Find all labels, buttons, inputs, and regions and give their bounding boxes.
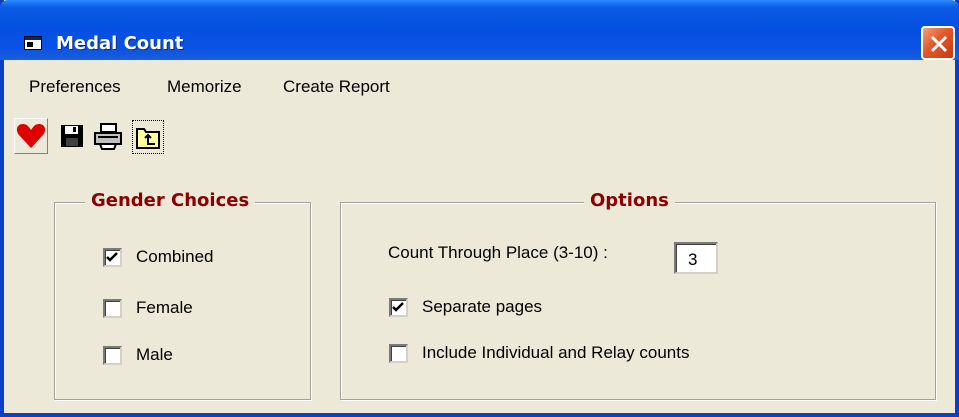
combined-checkbox-row[interactable]: Combined: [103, 247, 214, 267]
menu-preferences[interactable]: Preferences: [29, 77, 121, 97]
count-through-input[interactable]: 3: [674, 242, 718, 274]
combined-checkbox[interactable]: [103, 247, 122, 267]
female-checkbox[interactable]: [103, 298, 122, 318]
male-label: Male: [136, 345, 173, 364]
combined-label: Combined: [136, 247, 214, 266]
gender-choices-legend: Gender Choices: [85, 190, 256, 211]
toolbar: [4, 116, 955, 156]
separate-pages-label: Separate pages: [422, 297, 543, 316]
female-label: Female: [136, 298, 193, 317]
male-checkbox-row[interactable]: Male: [103, 345, 173, 365]
print-button[interactable]: [92, 122, 124, 162]
checkmark-icon: [392, 301, 404, 312]
window-title: Medal Count: [56, 33, 184, 54]
separate-pages-checkbox-row[interactable]: Separate pages: [389, 297, 542, 317]
separate-pages-checkbox[interactable]: [389, 297, 408, 317]
male-checkbox[interactable]: [103, 345, 122, 365]
save-button[interactable]: [58, 122, 86, 162]
heart-icon: [16, 124, 46, 148]
include-individual-relay-checkbox-row[interactable]: Include Individual and Relay counts: [389, 343, 689, 363]
close-icon: [930, 35, 948, 53]
up-folder-button[interactable]: [132, 120, 164, 154]
female-checkbox-row[interactable]: Female: [103, 298, 193, 318]
include-individual-relay-checkbox[interactable]: [389, 343, 408, 363]
gender-choices-group: Gender Choices Combined Female Male: [54, 190, 311, 400]
title-bar[interactable]: Medal Count: [0, 0, 959, 60]
menu-bar: Preferences Memorize Create Report: [4, 60, 955, 116]
menu-memorize[interactable]: Memorize: [167, 77, 242, 97]
count-through-label: Count Through Place (3-10) :: [388, 243, 608, 262]
medal-count-window: Medal Count Preferences Memorize Create …: [0, 0, 959, 417]
options-legend: Options: [584, 190, 675, 211]
printer-icon: [94, 123, 122, 150]
close-button[interactable]: [921, 26, 955, 60]
menu-create-report[interactable]: Create Report: [283, 77, 390, 97]
checkmark-icon: [106, 251, 118, 262]
floppy-disk-icon: [61, 125, 83, 147]
favorite-button[interactable]: [14, 118, 48, 154]
up-folder-icon: [136, 128, 160, 149]
options-group: Options Count Through Place (3-10) : 3 S…: [340, 190, 936, 400]
app-window-icon: [24, 36, 42, 50]
include-individual-relay-label: Include Individual and Relay counts: [422, 343, 690, 362]
